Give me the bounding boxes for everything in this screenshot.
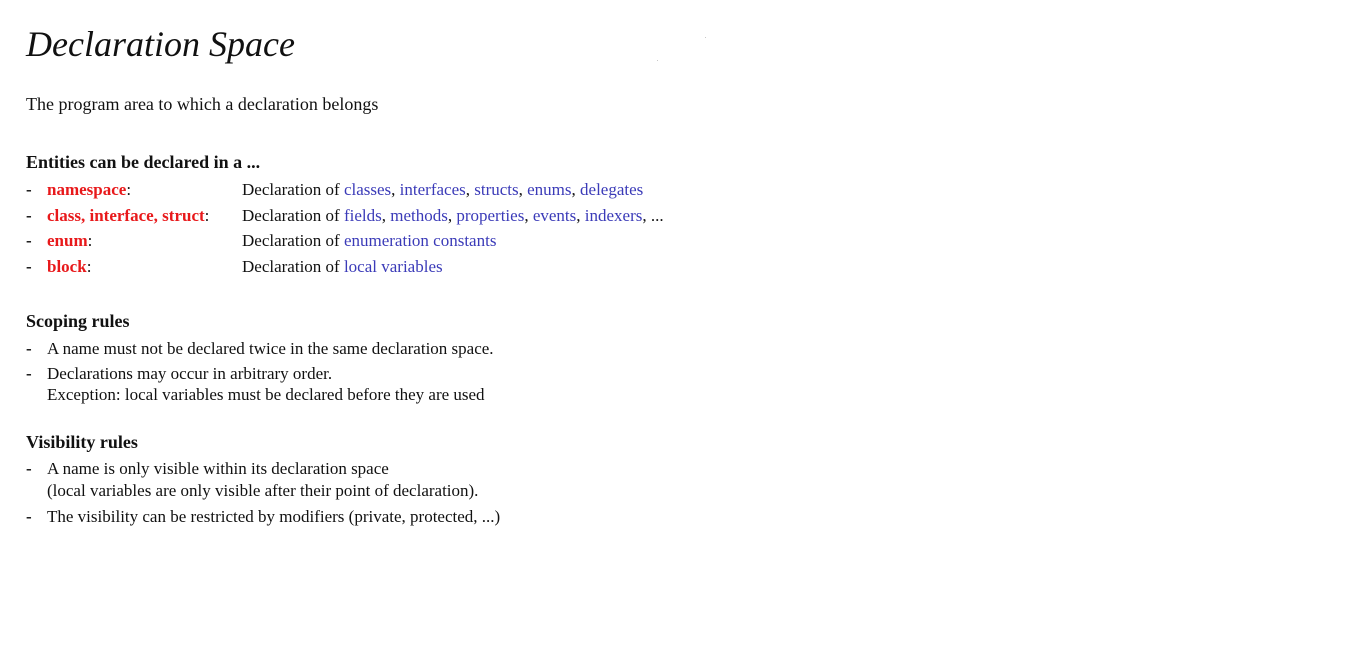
bullet-dash: - — [26, 257, 32, 276]
entity-keyword: block: — [47, 257, 92, 276]
entity-description: Declaration of local variables — [242, 257, 443, 276]
bullet-dash: - — [26, 231, 32, 250]
bullet-dash: - — [26, 364, 32, 383]
bullet-dash: - — [26, 507, 32, 526]
artifact-dot — [705, 37, 706, 38]
entities-heading: Entities can be declared in a ... — [26, 152, 261, 172]
entity-keyword: class, interface, struct: — [47, 206, 210, 225]
page-title: Declaration Space — [26, 24, 295, 64]
rule-text: Exception: local variables must be decla… — [47, 385, 485, 404]
artifact-dot — [657, 60, 658, 61]
rule-text: (local variables are only visible after … — [47, 481, 479, 500]
rule-text: A name must not be declared twice in the… — [47, 339, 494, 358]
entity-description: Declaration of enumeration constants — [242, 231, 497, 250]
entity-keyword: enum: — [47, 231, 93, 250]
bullet-dash: - — [26, 206, 32, 225]
entity-keyword: namespace: — [47, 180, 132, 199]
bullet-dash: - — [26, 339, 32, 358]
visibility-heading: Visibility rules — [26, 432, 138, 452]
rule-text: A name is only visible within its declar… — [47, 459, 389, 478]
subtitle: The program area to which a declaration … — [26, 94, 379, 114]
entity-description: Declaration of classes, interfaces, stru… — [242, 180, 644, 199]
bullet-dash: - — [26, 459, 32, 478]
scoping-heading: Scoping rules — [26, 311, 130, 331]
entity-description: Declaration of fields, methods, properti… — [242, 206, 664, 225]
rule-text: Declarations may occur in arbitrary orde… — [47, 364, 333, 383]
bullet-dash: - — [26, 180, 32, 199]
slide-page: Declaration Space The program area to wh… — [0, 0, 1360, 646]
rule-text: The visibility can be restricted by modi… — [47, 507, 501, 526]
